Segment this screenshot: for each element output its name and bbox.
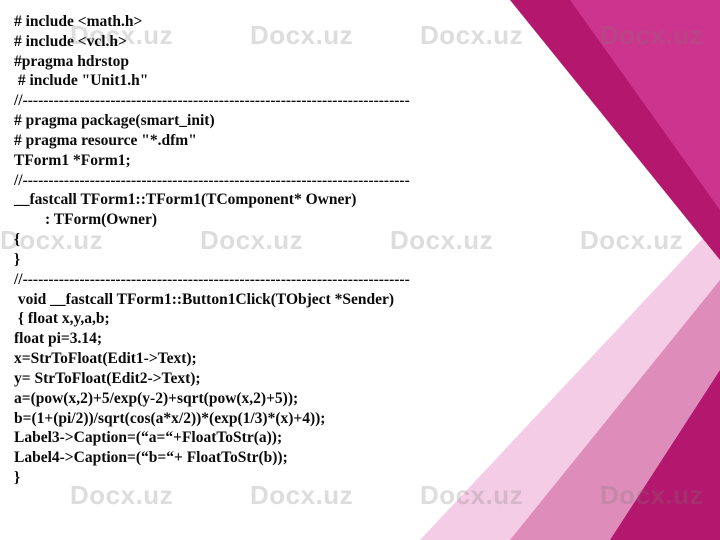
- code-line: : TForm(Owner): [14, 210, 720, 230]
- code-line: {: [14, 230, 720, 250]
- code-line: # include <math.h>: [14, 12, 720, 32]
- code-line: }: [14, 468, 720, 488]
- code-line: //--------------------------------------…: [14, 171, 720, 191]
- code-line: a=(pow(x,2)+5/exp(y-2)+sqrt(pow(x,2)+5))…: [14, 389, 720, 409]
- code-line: //--------------------------------------…: [14, 270, 720, 290]
- code-line: # pragma package(smart_init): [14, 111, 720, 131]
- code-line: # include "Unit1.h": [14, 71, 720, 91]
- code-block: # include <math.h># include <vcl.h>#prag…: [0, 0, 720, 488]
- code-line: Label4->Caption=(“b=“+ FloatToStr(b));: [14, 448, 720, 468]
- code-line: //--------------------------------------…: [14, 91, 720, 111]
- code-line: __fastcall TForm1::TForm1(TComponent* Ow…: [14, 190, 720, 210]
- code-line: # pragma resource "*.dfm": [14, 131, 720, 151]
- code-line: # include <vcl.h>: [14, 32, 720, 52]
- code-line: Label3->Caption=(“a=“+FloatToStr(a));: [14, 428, 720, 448]
- code-line: }: [14, 250, 720, 270]
- code-line: y= StrToFloat(Edit2->Text);: [14, 369, 720, 389]
- code-line: b=(1+(pi/2))/sqrt(cos(a*x/2))*(exp(1/3)*…: [14, 409, 720, 429]
- code-line: #pragma hdrstop: [14, 52, 720, 72]
- code-line: x=StrToFloat(Edit1->Text);: [14, 349, 720, 369]
- code-line: float pi=3.14;: [14, 329, 720, 349]
- code-line: void __fastcall TForm1::Button1Click(TOb…: [14, 290, 720, 310]
- code-line: TForm1 *Form1;: [14, 151, 720, 171]
- code-line: { float x,y,a,b;: [14, 309, 720, 329]
